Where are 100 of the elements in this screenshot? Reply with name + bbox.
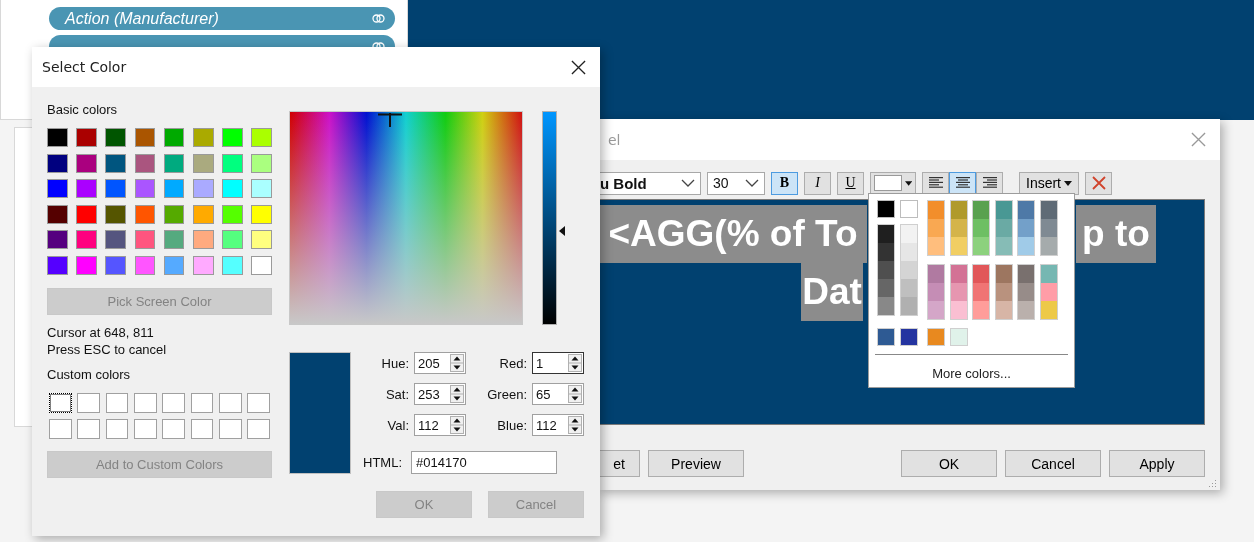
color-swatch[interactable]	[133, 418, 157, 439]
color-swatch[interactable]	[163, 179, 185, 198]
color-swatch[interactable]	[995, 283, 1012, 301]
color-swatch[interactable]	[973, 301, 990, 319]
color-swatch[interactable]	[1018, 201, 1035, 219]
color-swatch[interactable]	[218, 418, 242, 439]
format-button[interactable]: B	[771, 171, 798, 195]
color-swatch[interactable]	[878, 225, 894, 243]
color-swatch[interactable]	[134, 153, 156, 173]
color-swatch[interactable]	[47, 179, 68, 198]
color-swatch[interactable]	[190, 418, 214, 439]
color-swatch[interactable]	[995, 301, 1012, 319]
color-swatch[interactable]	[76, 230, 97, 249]
color-swatch[interactable]	[900, 200, 918, 218]
color-button[interactable]	[870, 171, 916, 195]
color-swatch[interactable]	[247, 392, 270, 413]
color-swatch[interactable]	[1018, 219, 1035, 237]
color-swatch[interactable]	[1040, 265, 1057, 283]
font-dropdown[interactable]: u Bold	[598, 171, 701, 195]
color-swatch[interactable]	[247, 418, 270, 439]
align-button[interactable]	[976, 171, 1003, 195]
dialog-button[interactable]: OK	[901, 450, 997, 477]
color-swatch[interactable]	[973, 237, 990, 255]
html-field[interactable]: #014170	[411, 451, 557, 474]
color-swatch[interactable]	[105, 204, 127, 224]
color-swatch[interactable]	[192, 153, 214, 173]
color-swatch[interactable]	[134, 128, 156, 147]
color-swatch[interactable]	[222, 230, 243, 249]
color-swatch[interactable]	[222, 153, 243, 173]
color-swatch[interactable]	[163, 230, 185, 249]
stepper-icon[interactable]	[568, 416, 582, 434]
color-swatch[interactable]	[251, 179, 272, 198]
color-swatch[interactable]	[973, 283, 990, 301]
color-swatch[interactable]	[928, 201, 944, 219]
color-swatch[interactable]	[1018, 301, 1035, 319]
color-swatch[interactable]	[47, 230, 68, 249]
color-swatch[interactable]	[163, 204, 185, 224]
color-swatch[interactable]	[928, 265, 944, 283]
color-swatch[interactable]	[222, 128, 243, 147]
color-swatch[interactable]	[47, 153, 68, 173]
color-swatch[interactable]	[47, 128, 68, 147]
color-swatch[interactable]	[950, 265, 967, 283]
color-swatch[interactable]	[877, 200, 895, 218]
color-swatch[interactable]	[47, 255, 68, 275]
color-swatch[interactable]	[105, 230, 127, 249]
spin-box[interactable]: 112	[414, 414, 466, 436]
color-swatch[interactable]	[192, 255, 214, 275]
color-swatch[interactable]	[950, 219, 967, 237]
color-swatch[interactable]	[222, 204, 243, 224]
stepper-icon[interactable]	[568, 354, 582, 372]
color-swatch[interactable]	[222, 179, 243, 198]
align-button[interactable]	[949, 171, 976, 195]
color-swatch[interactable]	[950, 301, 967, 319]
color-swatch[interactable]	[77, 392, 101, 413]
dialog-button[interactable]: Cancel	[1005, 450, 1101, 477]
color-spectrum[interactable]	[289, 111, 523, 325]
color-swatch[interactable]	[901, 297, 917, 315]
color-swatch[interactable]	[995, 201, 1012, 219]
color-swatch[interactable]	[950, 237, 967, 255]
spin-box[interactable]: 253	[414, 383, 466, 405]
color-swatch[interactable]	[928, 219, 944, 237]
color-swatch[interactable]	[134, 204, 156, 224]
color-swatch[interactable]	[928, 301, 944, 319]
dialog-button[interactable]: Preview	[648, 450, 744, 477]
color-swatch[interactable]	[218, 392, 242, 413]
color-swatch[interactable]	[878, 261, 894, 279]
color-swatch[interactable]	[1040, 237, 1057, 255]
color-swatch[interactable]	[1018, 283, 1035, 301]
color-swatch[interactable]	[105, 255, 127, 275]
color-swatch[interactable]	[192, 128, 214, 147]
size-dropdown[interactable]: 30	[707, 171, 765, 195]
color-swatch[interactable]	[901, 279, 917, 297]
color-swatch[interactable]	[878, 297, 894, 315]
color-swatch[interactable]	[251, 204, 272, 224]
stepper-icon[interactable]	[450, 354, 464, 372]
color-swatch[interactable]	[251, 153, 272, 173]
insert-button[interactable]: Insert	[1019, 171, 1079, 195]
color-swatch[interactable]	[251, 255, 272, 275]
color-swatch[interactable]	[163, 153, 185, 173]
color-swatch[interactable]	[995, 219, 1012, 237]
dialog-button[interactable]: Apply	[1109, 450, 1205, 477]
spin-box[interactable]: 112	[532, 414, 584, 436]
color-swatch[interactable]	[105, 179, 127, 198]
slider-arrow[interactable]	[559, 225, 565, 236]
color-swatch[interactable]	[251, 128, 272, 147]
stepper-icon[interactable]	[450, 385, 464, 403]
color-swatch[interactable]	[950, 283, 967, 301]
color-swatch[interactable]	[1018, 237, 1035, 255]
color-swatch[interactable]	[1040, 283, 1057, 301]
color-swatch[interactable]	[1040, 201, 1057, 219]
color-swatch[interactable]	[105, 153, 127, 173]
align-button[interactable]	[922, 171, 949, 195]
color-swatch[interactable]	[222, 255, 243, 275]
color-swatch[interactable]	[134, 179, 156, 198]
spin-box[interactable]: 205	[414, 352, 466, 374]
color-swatch[interactable]	[76, 179, 97, 198]
color-swatch[interactable]	[163, 128, 185, 147]
color-swatch[interactable]	[49, 392, 72, 413]
color-swatch[interactable]	[973, 265, 990, 283]
color-swatch[interactable]	[251, 230, 272, 249]
